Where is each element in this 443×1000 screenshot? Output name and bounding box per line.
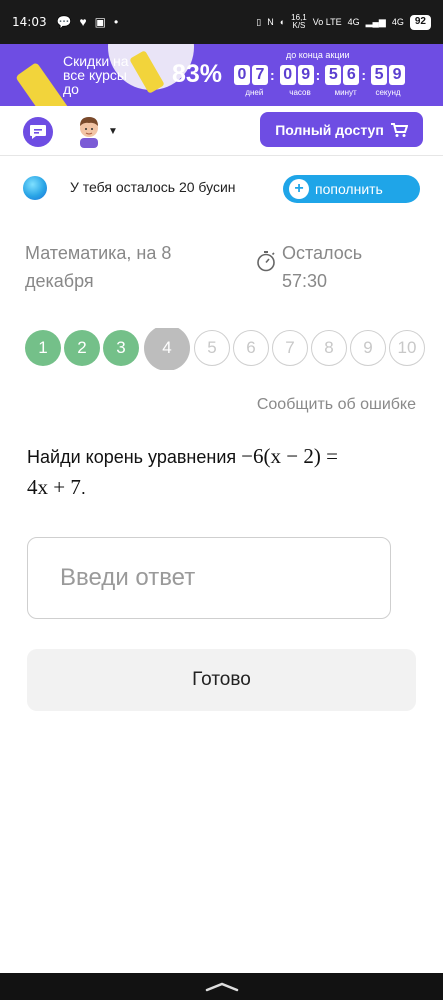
countdown-digit: 0	[234, 65, 250, 85]
step-8[interactable]: 8	[311, 330, 347, 366]
countdown-digit: 6	[343, 65, 360, 85]
beads-row: У тебя осталось 20 бусин + пополнить	[0, 156, 443, 218]
subject-title: Математика, на 8 декабря	[25, 243, 172, 291]
vibrate-icon: ▯	[256, 16, 262, 27]
countdown-minutes: 5 6 : минут	[324, 65, 367, 97]
countdown-label: секунд	[375, 88, 401, 97]
step-4[interactable]: 4	[144, 328, 190, 370]
chat-notification-icon: 💬	[56, 15, 72, 29]
step-2[interactable]: 2	[64, 330, 100, 366]
refill-button[interactable]: + пополнить	[283, 175, 420, 203]
countdown-seconds: 5 9 секунд	[370, 65, 406, 97]
step-10[interactable]: 10	[389, 330, 425, 366]
promo-text: Скидки на все курсы до	[63, 53, 129, 97]
media-notification-icon: ▣	[94, 15, 107, 29]
equation-part-1: −6(x − 2) =	[241, 444, 338, 468]
refill-label: пополнить	[315, 181, 383, 197]
volte-label: Vo LTE	[312, 17, 342, 27]
countdown-digit: 5	[371, 65, 388, 85]
step-6[interactable]: 6	[233, 330, 269, 366]
time-remaining: Осталось 57:30	[256, 239, 392, 295]
system-nav-bar	[0, 973, 443, 1000]
nav-chevron-icon[interactable]	[205, 982, 239, 992]
countdown-label: минут	[334, 88, 357, 97]
beads-text: У тебя осталось 20 бусин	[70, 179, 236, 195]
promo-banner[interactable]: Скидки на все курсы до 83% до конца акци…	[0, 44, 443, 106]
chat-icon	[30, 125, 46, 139]
network-label-2: 4G	[391, 17, 404, 27]
step-9[interactable]: 9	[350, 330, 386, 366]
countdown-colon: :	[361, 67, 367, 83]
countdown-colon: :	[270, 67, 275, 83]
profile-menu[interactable]: ▼	[74, 114, 118, 148]
app-header: ▼ Полный доступ	[0, 106, 443, 156]
bead-icon	[23, 176, 47, 200]
status-time: 14:03	[12, 15, 47, 29]
notification-icon: ♥	[79, 15, 87, 29]
status-right: ▯ N ◐ 16,1 K/S Vo LTE 4G ▂▄▆ 4G 92	[256, 14, 431, 30]
countdown-digit: 9	[389, 65, 406, 85]
status-bar: 14:03 💬 ♥ ▣ • ▯ N ◐ 16,1 K/S Vo LTE 4G ▂…	[0, 0, 443, 44]
question-text: Найди корень уравнения −6(x − 2) = 4x + …	[27, 441, 407, 503]
promo-percent: 83%	[172, 60, 223, 88]
question-steps: 1 2 3 4 5 6 7 8 9 10	[25, 328, 443, 370]
battery-icon: 92	[409, 14, 431, 30]
promo-until-label: до конца акции	[286, 50, 350, 60]
step-5[interactable]: 5	[194, 330, 230, 366]
countdown-colon: :	[315, 67, 321, 83]
countdown-label: дней	[245, 88, 264, 97]
question-prefix: Найди корень уравнения	[27, 447, 242, 467]
report-error-link[interactable]: Сообщить об ошибке	[257, 396, 416, 414]
signal-icon: ▂▄▆	[365, 16, 386, 27]
equation-part-2: 4x + 7	[27, 475, 81, 499]
full-access-button[interactable]: Полный доступ	[260, 112, 423, 147]
answer-input[interactable]	[27, 537, 391, 619]
avatar	[80, 117, 98, 148]
step-3[interactable]: 3	[103, 330, 139, 366]
dot-icon: •	[114, 15, 119, 29]
nfc-icon: N	[267, 17, 274, 27]
promo-countdown: 0 7 : дней 0 9 : часов 5 6 : минут 5 9 с…	[233, 65, 409, 97]
full-access-label: Полный доступ	[275, 121, 384, 138]
countdown-digit: 0	[279, 65, 296, 85]
countdown-digit: 7	[252, 65, 268, 85]
submit-button[interactable]: Готово	[27, 649, 416, 711]
plus-icon: +	[289, 179, 309, 199]
countdown-digit: 9	[297, 65, 314, 85]
chat-button[interactable]	[23, 117, 53, 147]
question-suffix: .	[80, 478, 86, 498]
net-speed: 16,1 K/S	[291, 13, 307, 30]
countdown-digit: 5	[325, 65, 342, 85]
countdown-hours: 0 9 : часов	[279, 65, 322, 97]
step-7[interactable]: 7	[272, 330, 308, 366]
dnd-icon: ◐	[279, 17, 286, 27]
countdown-days: 0 7 : дней	[233, 65, 276, 97]
step-1[interactable]: 1	[25, 330, 61, 366]
cart-icon	[390, 122, 408, 137]
network-label-1: 4G	[347, 17, 360, 27]
notification-icons: 💬 ♥ ▣ •	[57, 15, 119, 29]
remaining-text: Осталось 57:30	[282, 243, 363, 291]
stopwatch-icon	[257, 251, 275, 272]
chevron-down-icon: ▼	[108, 125, 118, 137]
countdown-label: часов	[289, 88, 311, 97]
